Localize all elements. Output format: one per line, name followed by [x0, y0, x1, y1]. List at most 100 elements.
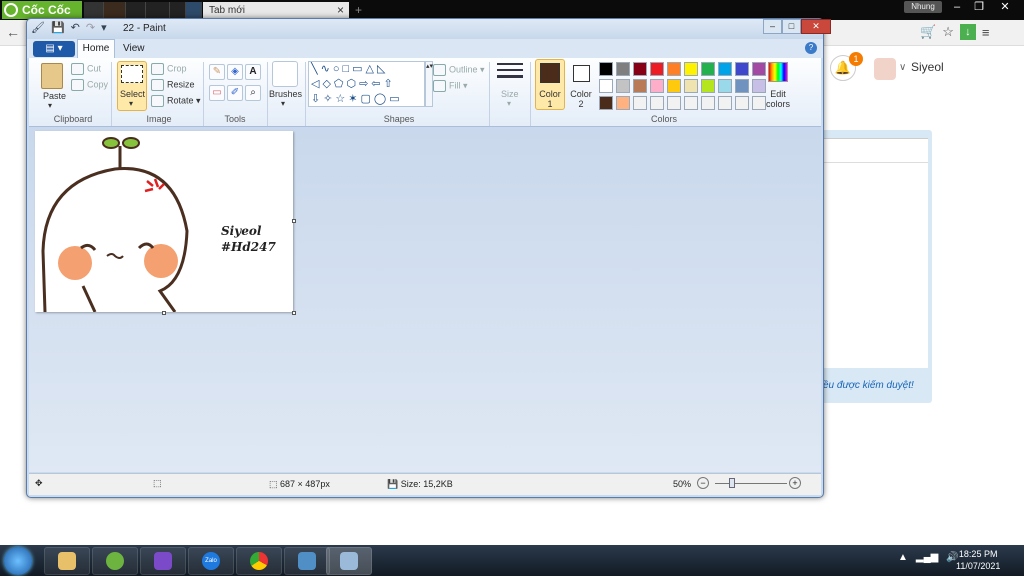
- palette-swatch[interactable]: [735, 96, 749, 110]
- zoom-in-button[interactable]: +: [789, 477, 801, 489]
- drawing-canvas[interactable]: Siyeol #Hd247: [35, 131, 293, 313]
- shapes-gallery[interactable]: ╲∿○□▭△◺ ◁◇⬠⬡⇨⇦⇧ ⇩✧☆✶▢◯▭: [308, 61, 425, 107]
- shapes-scroll[interactable]: ▴▾: [425, 61, 433, 107]
- magnifier-icon[interactable]: ⌕: [245, 85, 261, 101]
- copy-button[interactable]: Copy: [71, 79, 108, 91]
- palette-swatch[interactable]: [701, 79, 715, 93]
- chevron-down-icon[interactable]: ∨: [899, 62, 906, 73]
- palette-swatch[interactable]: [633, 79, 647, 93]
- palette-swatch[interactable]: [718, 79, 732, 93]
- close-icon[interactable]: ✕: [992, 0, 1018, 14]
- maximize-button[interactable]: □: [782, 19, 801, 34]
- browser-tab[interactable]: [146, 2, 170, 19]
- back-arrow-icon[interactable]: ←: [6, 24, 20, 40]
- avatar[interactable]: [874, 58, 896, 80]
- palette-swatch[interactable]: [616, 62, 630, 76]
- taskbar-game[interactable]: [140, 547, 186, 575]
- fill-button[interactable]: Fill ▾: [433, 80, 468, 92]
- taskbar-coccoc[interactable]: [92, 547, 138, 575]
- chevron-down-icon[interactable]: ▾: [129, 99, 133, 108]
- taskbar-explorer[interactable]: [44, 547, 90, 575]
- palette-swatch[interactable]: [701, 96, 715, 110]
- resize-button[interactable]: Resize: [151, 79, 195, 91]
- palette-swatch[interactable]: [701, 62, 715, 76]
- close-button[interactable]: ✕: [801, 19, 831, 34]
- star-icon[interactable]: ☆: [942, 24, 954, 40]
- crop-button[interactable]: Crop: [151, 63, 187, 75]
- paste-button[interactable]: Paste: [43, 91, 66, 101]
- clock[interactable]: 18:25 PM 11/07/2021: [956, 548, 1000, 572]
- undo-icon[interactable]: ↶: [71, 21, 80, 34]
- chevron-down-icon[interactable]: ▾: [101, 21, 107, 34]
- brush-icon[interactable]: [272, 61, 298, 87]
- download-icon[interactable]: ↓: [959, 24, 976, 40]
- palette-swatch[interactable]: [599, 79, 613, 93]
- size-button[interactable]: Size: [501, 89, 519, 99]
- palette-swatch[interactable]: [684, 96, 698, 110]
- palette-swatch[interactable]: [650, 96, 664, 110]
- brushes-button[interactable]: Brushes: [269, 89, 302, 99]
- palette-swatch[interactable]: [735, 79, 749, 93]
- resize-handle-corner[interactable]: [292, 311, 296, 315]
- line-size-icon[interactable]: [497, 63, 523, 85]
- network-icon[interactable]: ▂▄▆: [916, 552, 938, 563]
- tray-chevron-icon[interactable]: ▲: [898, 552, 908, 563]
- profile-button[interactable]: Nhung: [904, 1, 942, 13]
- tab-home[interactable]: Home: [77, 39, 115, 59]
- palette-swatch[interactable]: [633, 96, 647, 110]
- palette-swatch[interactable]: [616, 79, 630, 93]
- user-name[interactable]: Siyeol: [911, 60, 944, 74]
- start-button[interactable]: [4, 547, 32, 575]
- palette-swatch[interactable]: [684, 79, 698, 93]
- taskbar-zalo[interactable]: Zalo: [188, 547, 234, 575]
- palette-swatch[interactable]: [650, 79, 664, 93]
- paint-app-icon[interactable]: 🖌: [31, 21, 45, 34]
- cart-icon[interactable]: 🛒: [920, 24, 936, 40]
- text-icon[interactable]: A: [245, 64, 261, 80]
- browser-tab[interactable]: [170, 2, 186, 19]
- save-icon[interactable]: 💾: [51, 21, 65, 34]
- zoom-slider[interactable]: [715, 483, 787, 484]
- clipboard-icon[interactable]: [41, 63, 63, 89]
- zoom-out-button[interactable]: −: [697, 477, 709, 489]
- new-tab-icon[interactable]: +: [355, 3, 362, 17]
- palette-swatch[interactable]: [752, 62, 766, 76]
- palette-swatch[interactable]: [667, 79, 681, 93]
- edit-colors-icon[interactable]: [768, 62, 788, 82]
- outline-button[interactable]: Outline ▾: [433, 64, 485, 76]
- palette-swatch[interactable]: [667, 62, 681, 76]
- resize-handle-right[interactable]: [292, 219, 296, 223]
- taskbar-chrome[interactable]: [236, 547, 282, 575]
- palette-swatch[interactable]: [667, 96, 681, 110]
- browser-tab[interactable]: [126, 2, 146, 19]
- palette-swatch[interactable]: [599, 62, 613, 76]
- tab-view[interactable]: View: [123, 43, 145, 54]
- resize-handle-bottom[interactable]: [162, 311, 166, 315]
- palette-swatch[interactable]: [684, 62, 698, 76]
- browser-tab[interactable]: [186, 2, 202, 19]
- redo-icon[interactable]: ↷: [86, 21, 95, 34]
- chevron-down-icon[interactable]: ▾: [507, 99, 511, 108]
- taskbar-paint[interactable]: [326, 547, 372, 575]
- palette-swatch[interactable]: [650, 62, 664, 76]
- cut-button[interactable]: Cut: [71, 63, 101, 75]
- minimize-button[interactable]: –: [763, 19, 782, 34]
- palette-swatch[interactable]: [633, 62, 647, 76]
- gmail-tab[interactable]: [84, 2, 104, 19]
- fill-icon[interactable]: ◈: [227, 64, 243, 80]
- palette-swatch[interactable]: [718, 62, 732, 76]
- palette-swatch[interactable]: [718, 96, 732, 110]
- palette-swatch[interactable]: [599, 96, 613, 110]
- color-picker-icon[interactable]: ✐: [227, 85, 243, 101]
- palette-swatch[interactable]: [735, 62, 749, 76]
- edit-colors-button[interactable]: Edit colors: [763, 89, 793, 109]
- help-icon[interactable]: ?: [805, 42, 817, 54]
- close-tab-icon[interactable]: ×: [337, 3, 344, 17]
- file-menu-button[interactable]: ▤ ▾: [33, 41, 75, 57]
- zoom-slider-thumb[interactable]: [729, 478, 735, 488]
- restore-icon[interactable]: ❐: [966, 0, 992, 14]
- chevron-down-icon[interactable]: ▾: [48, 101, 52, 110]
- tab-new[interactable]: Tab mới ×: [203, 2, 349, 19]
- eraser-icon[interactable]: ▭: [209, 85, 225, 101]
- rotate-button[interactable]: Rotate ▾: [151, 95, 201, 107]
